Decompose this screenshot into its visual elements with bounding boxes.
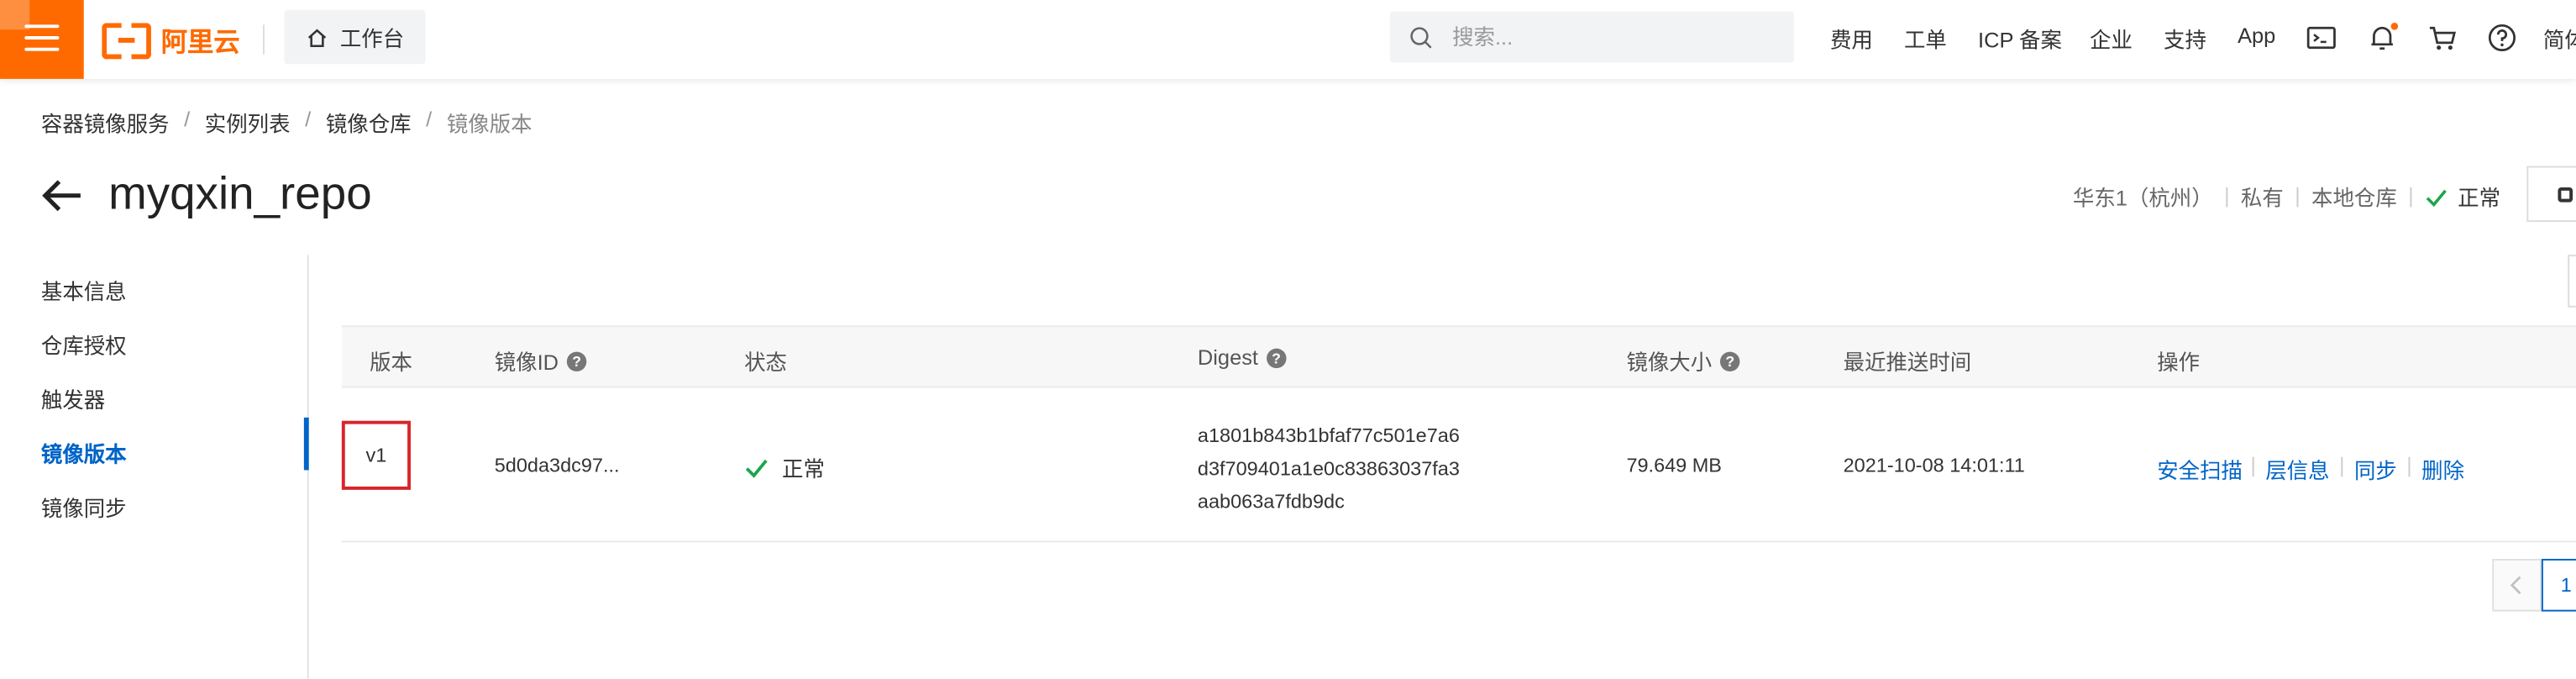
breadcrumb-item-instances[interactable]: 实例列表 <box>205 107 291 138</box>
action-divider <box>2341 456 2343 477</box>
version-highlight-box: v1 <box>341 420 411 490</box>
settings-cube-icon <box>2558 187 2573 203</box>
workbench-label: 工作台 <box>339 26 405 51</box>
hamburger-menu-button[interactable] <box>0 0 84 79</box>
help-icon[interactable]: ? <box>1266 347 1287 368</box>
help-icon[interactable]: ? <box>566 350 587 371</box>
column-header-digest: Digest? <box>1198 345 1287 370</box>
back-arrow-icon[interactable] <box>41 174 84 217</box>
sidebar-item-image-sync[interactable]: 镜像同步 <box>41 492 127 523</box>
security-scan-link[interactable]: 安全扫描 <box>2157 454 2243 485</box>
workbench-button[interactable]: 工作台 <box>284 9 426 65</box>
logo-text: 阿里云 <box>160 29 240 58</box>
menu-icon-line <box>24 36 60 39</box>
search-input[interactable] <box>1449 23 1768 51</box>
repo-visibility: 私有 <box>2240 186 2284 211</box>
nav-link-support[interactable]: 支持 <box>2164 23 2206 54</box>
pagination-page-1[interactable]: 1 <box>2541 559 2576 612</box>
digest-line: a1801b843b1bfaf77c501e7a6 <box>1197 424 1460 448</box>
language-switch[interactable]: 简体 <box>2543 23 2576 54</box>
breadcrumb-item-current: 镜像版本 <box>446 112 533 137</box>
action-divider <box>2252 456 2254 477</box>
notification-bell-icon[interactable] <box>2366 21 2399 54</box>
nav-link-enterprise[interactable]: 企业 <box>2090 23 2133 54</box>
menu-icon-line <box>24 24 60 29</box>
check-icon <box>2426 188 2447 207</box>
nav-link-tickets[interactable]: 工单 <box>1904 23 1947 54</box>
status-text: 正常 <box>782 456 825 482</box>
status-cell: 正常 <box>744 452 825 483</box>
repo-region: 华东1（杭州） <box>2072 186 2213 211</box>
action-divider <box>2408 456 2411 477</box>
help-circle-icon[interactable] <box>2485 21 2518 54</box>
home-icon <box>307 28 327 47</box>
meta-divider <box>2226 187 2228 207</box>
repo-meta-info: 华东1（杭州） 私有 本地仓库 正常 <box>2073 181 2500 212</box>
breadcrumb: 容器镜像服务 / 实例列表 / 镜像仓库 / 镜像版本 <box>41 107 533 138</box>
toolbar-button-edge[interactable] <box>2568 255 2576 308</box>
pagination-prev-button[interactable] <box>2492 559 2542 612</box>
meta-divider <box>2296 187 2299 207</box>
digest-line: aab063a7fdb9dc <box>1197 489 1345 513</box>
sidebar-item-triggers[interactable]: 触发器 <box>41 383 105 414</box>
push-time-cell: 2021-10-08 14:01:11 <box>1843 453 2025 477</box>
check-icon <box>745 459 768 478</box>
image-id-cell: 5d0da3dc97... <box>494 453 620 477</box>
shopping-cart-icon[interactable] <box>2426 21 2459 54</box>
column-header-actions: 操作 <box>2157 350 2201 375</box>
help-icon[interactable]: ? <box>1719 350 1740 371</box>
repo-status: 正常 <box>2458 186 2501 211</box>
digest-cell: a1801b843b1bfaf77c501e7a6 d3f709401a1e0c… <box>1198 419 1460 518</box>
header-divider <box>262 24 265 55</box>
column-header-last-push: 最近推送时间 <box>1843 350 1972 375</box>
menu-icon-line <box>24 47 60 51</box>
table-row: v1 5d0da3dc97... 正常 a1801b843b1bfaf77c50… <box>341 388 2576 543</box>
terminal-icon[interactable] <box>2305 21 2337 54</box>
digest-line: d3f709401a1e0c83863037fa3 <box>1197 456 1460 481</box>
page-title: myqxin_repo <box>108 167 372 219</box>
sidebar-item-image-versions[interactable]: 镜像版本 <box>41 437 127 468</box>
sync-link[interactable]: 同步 <box>2354 454 2397 485</box>
nav-link-app[interactable]: App <box>2238 23 2275 47</box>
breadcrumb-item-repositories[interactable]: 镜像仓库 <box>326 107 412 138</box>
breadcrumb-item-service[interactable]: 容器镜像服务 <box>41 107 170 138</box>
chevron-left-icon <box>2510 576 2521 595</box>
column-header-image-size: 镜像大小? <box>1626 345 1740 376</box>
repo-type: 本地仓库 <box>2311 186 2397 211</box>
image-size-cell: 79.649 MB <box>1626 453 1722 477</box>
sidebar-item-repo-auth[interactable]: 仓库授权 <box>41 329 127 360</box>
column-header-version: 版本 <box>370 350 412 375</box>
aliyun-logo[interactable]: 阿里云 <box>102 19 240 60</box>
repo-settings-button[interactable] <box>2526 166 2576 223</box>
breadcrumb-separator: / <box>426 107 433 132</box>
meta-divider <box>2410 187 2412 207</box>
version-tag: v1 <box>365 444 387 467</box>
top-navigation-bar: 阿里云 工作台 费用 工单 ICP 备案 企业 支持 App 简体 <box>0 0 2576 79</box>
sidebar-active-indicator <box>303 417 309 471</box>
column-header-image-id: 镜像ID? <box>495 345 587 376</box>
delete-link[interactable]: 删除 <box>2421 454 2464 485</box>
table-header: 版本 镜像ID? 状态 Digest? 镜像大小? 最近推送时间 操作 <box>341 325 2576 388</box>
search-icon <box>1410 26 1432 48</box>
aliyun-logo-icon <box>102 23 151 60</box>
nav-link-icp[interactable]: ICP 备案 <box>1978 23 2062 54</box>
sidebar-item-basic-info[interactable]: 基本信息 <box>41 275 127 306</box>
breadcrumb-separator: / <box>305 107 312 132</box>
column-header-status: 状态 <box>744 350 787 375</box>
layer-info-link[interactable]: 层信息 <box>2265 454 2329 485</box>
breadcrumb-separator: / <box>184 107 191 132</box>
repo-sidebar: 基本信息 仓库授权 触发器 镜像版本 镜像同步 <box>0 255 309 679</box>
nav-link-billing[interactable]: 费用 <box>1830 23 1873 54</box>
global-search[interactable] <box>1389 11 1794 63</box>
